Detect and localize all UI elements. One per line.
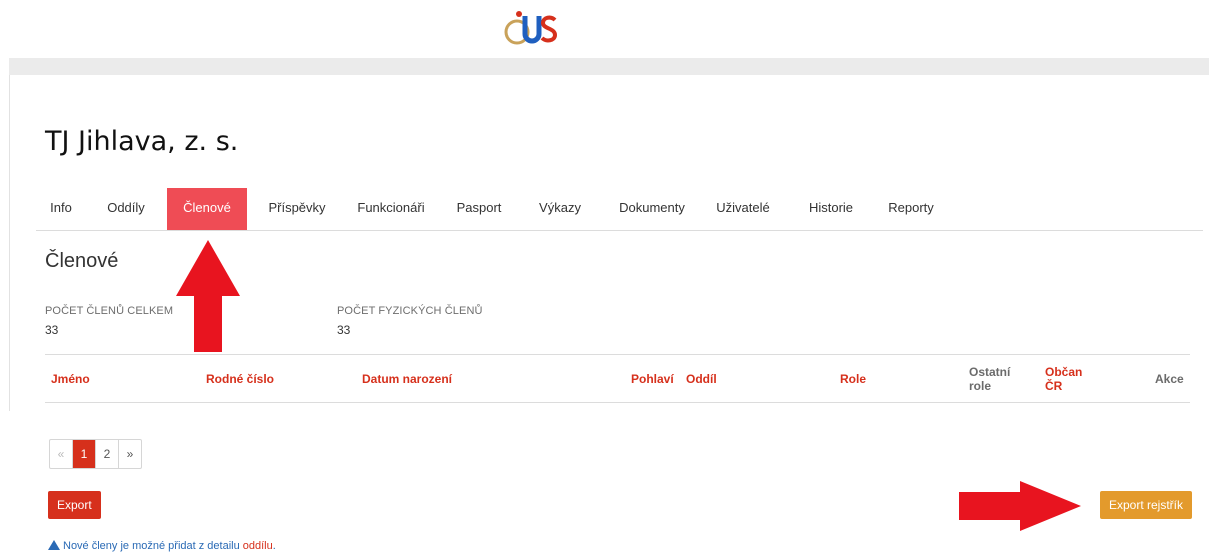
- column-header-oddil[interactable]: Oddíl: [686, 372, 717, 386]
- column-header-datum-narozeni[interactable]: Datum narození: [362, 372, 452, 386]
- tab-clenove[interactable]: Členové: [167, 188, 247, 230]
- stat-total-label: POČET ČLENŮ CELKEM: [45, 305, 174, 317]
- pagination-next[interactable]: »: [119, 440, 141, 468]
- annotation-arrow-right-icon: [959, 481, 1081, 531]
- pagination-page-1[interactable]: 1: [73, 440, 96, 468]
- tab-info[interactable]: Info: [36, 188, 86, 230]
- export-registry-button[interactable]: Export rejstřík: [1100, 491, 1193, 519]
- tab-prispevky[interactable]: Příspěvky: [261, 188, 333, 230]
- export-button[interactable]: Export: [48, 491, 101, 519]
- pagination-prev[interactable]: «: [50, 440, 73, 468]
- tab-uzivatele[interactable]: Uživatelé: [707, 188, 779, 230]
- tab-oddily[interactable]: Oddíly: [98, 188, 154, 230]
- table-top-border: [45, 354, 1190, 355]
- column-header-role[interactable]: Role: [840, 372, 866, 386]
- stat-physical-value: 33: [337, 323, 351, 337]
- column-header-pohlavi[interactable]: Pohlaví: [631, 372, 674, 386]
- column-header-jmeno[interactable]: Jméno: [51, 372, 90, 386]
- tab-dokumenty[interactable]: Dokumenty: [610, 188, 694, 230]
- top-bar: [9, 58, 1209, 75]
- note-suffix: .: [272, 540, 276, 552]
- table-bottom-border: [45, 402, 1190, 403]
- pagination: « 1 2 »: [49, 439, 142, 469]
- warning-icon: [48, 540, 60, 550]
- pagination-page-2[interactable]: 2: [96, 440, 119, 468]
- tab-vykazy[interactable]: Výkazy: [530, 188, 590, 230]
- stat-physical-label: POČET FYZICKÝCH ČLENŮ: [337, 305, 483, 317]
- tab-bar: Info Oddíly Členové Příspěvky Funkcionář…: [36, 188, 1203, 231]
- page-title: TJ Jihlava, z. s.: [45, 126, 239, 157]
- tab-historie[interactable]: Historie: [801, 188, 861, 230]
- column-header-akce: Akce: [1155, 372, 1184, 386]
- tab-funkcionari[interactable]: Funkcionáři: [351, 188, 431, 230]
- column-header-rodne-cislo[interactable]: Rodné číslo: [206, 372, 274, 386]
- column-header-obcan-cr[interactable]: Občan ČR: [1045, 365, 1093, 393]
- annotation-arrow-up-icon: [176, 240, 240, 352]
- content-border: [9, 75, 10, 411]
- stat-total-value: 33: [45, 323, 59, 337]
- column-header-ostatni-role: Ostatní role: [969, 365, 1011, 393]
- tab-pasport[interactable]: Pasport: [450, 188, 508, 230]
- oddil-link[interactable]: oddílu: [243, 540, 273, 552]
- section-title: Členové: [45, 250, 119, 272]
- tab-reporty[interactable]: Reporty: [880, 188, 942, 230]
- info-note: Nové členy je možné přidat z detailu odd…: [48, 540, 276, 552]
- cus-logo-icon[interactable]: [499, 8, 563, 48]
- note-text: Nové členy je možné přidat z detailu: [63, 540, 243, 552]
